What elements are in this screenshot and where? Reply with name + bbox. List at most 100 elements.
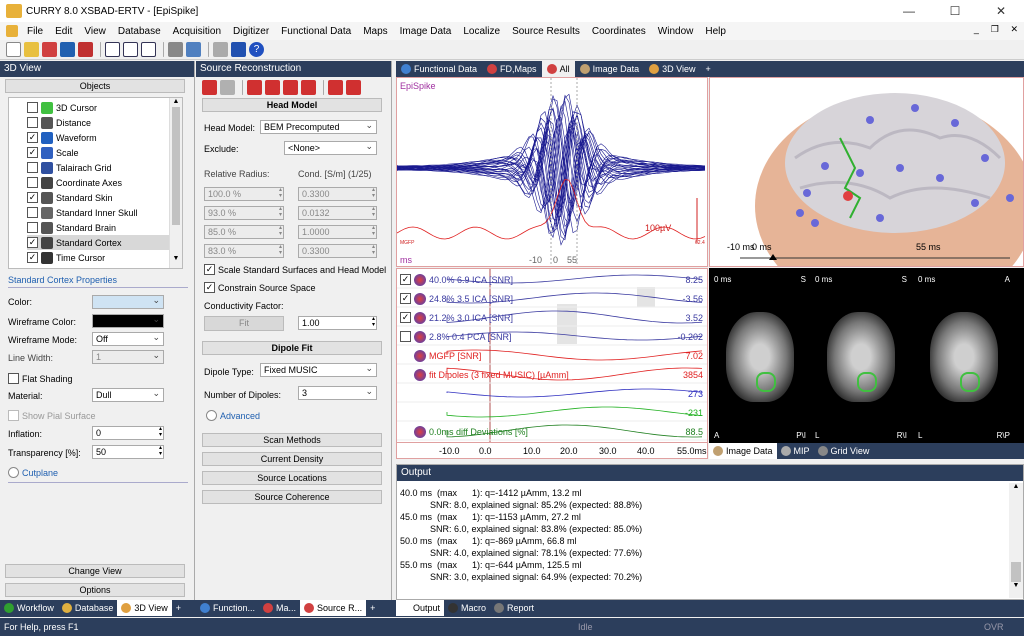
mri-slice[interactable]: 0 ms S A P\I (711, 272, 809, 443)
wire-color-picker[interactable] (92, 313, 164, 328)
layout1-icon[interactable] (105, 42, 120, 57)
scale-std-checkbox[interactable]: ✓ (204, 264, 215, 275)
cond-factor-input[interactable]: 1.00 (298, 316, 377, 330)
change-view-button[interactable]: Change View (5, 564, 185, 578)
open-icon[interactable] (24, 42, 39, 57)
object-checkbox[interactable] (27, 162, 38, 173)
output-scrollbar[interactable]: ▲ ▼ (1009, 483, 1023, 598)
source-button-current-density[interactable]: Current Density (202, 452, 382, 466)
brain-3d-view[interactable]: -10 ms 0 ms 55 ms (709, 77, 1024, 267)
menu-database[interactable]: Database (112, 26, 167, 37)
pial-row[interactable]: Show Pial Surface (8, 408, 96, 423)
bottom-tab-function-[interactable]: Function... (196, 600, 259, 616)
object-item[interactable]: Distance (27, 115, 175, 130)
help-icon[interactable]: ? (249, 42, 264, 57)
menu-source-results[interactable]: Source Results (506, 26, 586, 37)
trace-checkbox[interactable] (400, 331, 411, 342)
object-item[interactable]: 3D Cursor (27, 100, 175, 115)
mri-slice[interactable]: 0 ms S L R\I (812, 272, 910, 443)
tab-fd-maps[interactable]: FD,Maps (482, 61, 542, 77)
line-width-select[interactable]: 1 (92, 349, 164, 364)
object-item[interactable]: ✓ Standard Cortex (27, 235, 175, 250)
object-checkbox[interactable]: ✓ (27, 147, 38, 158)
objects-header[interactable]: Objects (5, 79, 185, 93)
tab-3d-view[interactable]: 3D View (644, 61, 700, 77)
menu-acquisition[interactable]: Acquisition (167, 26, 227, 37)
dipole-import-icon[interactable] (346, 80, 361, 95)
scroll-thumb[interactable] (1011, 562, 1021, 582)
dipole-type-select[interactable]: Fixed MUSIC (260, 362, 377, 377)
scale-std-row[interactable]: ✓ Scale Standard Surfaces and Head Model (204, 262, 386, 277)
advanced-row[interactable]: Advanced (206, 408, 260, 423)
object-checkbox[interactable] (27, 102, 38, 113)
source-button-source-locations[interactable]: Source Locations (202, 471, 382, 485)
object-item[interactable]: ✓ Scale (27, 145, 175, 160)
maximize-button[interactable]: ☐ (932, 0, 978, 22)
menu-help[interactable]: Help (699, 26, 732, 37)
bottom-tab-workflow[interactable]: Workflow (0, 600, 58, 616)
bottom-tab-ma-[interactable]: Ma... (259, 600, 300, 616)
trace-checkbox[interactable]: ✓ (400, 274, 411, 285)
save-icon[interactable] (60, 42, 75, 57)
bottom-tab--[interactable]: + (172, 600, 185, 616)
object-item[interactable]: ✓ Time Cursor (27, 250, 175, 265)
trace-row[interactable]: ✓ 21.2% 3.0 ICA [SNR] 3.52 (400, 310, 705, 325)
object-checkbox[interactable]: ✓ (27, 237, 38, 248)
cond-input[interactable]: 0.3300 (298, 244, 377, 258)
speaker-icon[interactable] (78, 42, 93, 57)
mri-slice[interactable]: 0 ms A L R\P (915, 272, 1013, 443)
chevron-down-icon[interactable] (206, 410, 217, 421)
object-checkbox[interactable]: ✓ (27, 192, 38, 203)
menu-maps[interactable]: Maps (357, 26, 393, 37)
camera-icon[interactable] (213, 42, 228, 57)
menu-window[interactable]: Window (652, 26, 700, 37)
object-checkbox[interactable] (27, 207, 38, 218)
bottom-tab-3d-view[interactable]: 3D View (117, 600, 172, 616)
cond-input[interactable]: 1.0000 (298, 225, 377, 239)
exclude-select[interactable]: <None> (284, 140, 377, 155)
trace-row[interactable]: 0.0ms diff Deviations [%] 88.5 (400, 424, 705, 439)
trace-row[interactable]: 2.8% 0.4 PCA [SNR] -0.202 (400, 329, 705, 344)
butterfly-plot[interactable]: EpiSpike 100µV ms -10 0 55 MGFP 62.4 (396, 77, 708, 267)
menu-digitizer[interactable]: Digitizer (227, 26, 275, 37)
objects-scrollbar[interactable]: ▲ ▼ (169, 98, 182, 268)
tab-all[interactable]: All (541, 61, 575, 77)
close-button[interactable]: ✕ (978, 0, 1024, 22)
image-tab-grid-view[interactable]: Grid View (814, 443, 874, 459)
mdi-minimize-button[interactable]: _ (974, 24, 979, 38)
head-model-header[interactable]: Head Model (202, 98, 382, 112)
bottom-tab--[interactable]: + (366, 600, 379, 616)
radius-input[interactable]: 85.0 % (204, 225, 284, 239)
object-checkbox[interactable]: ✓ (27, 132, 38, 143)
scroll-up-icon[interactable]: ▲ (1009, 483, 1023, 490)
mdi-restore-button[interactable]: ❐ (991, 24, 999, 38)
dipole-add-icon[interactable] (247, 80, 262, 95)
object-item[interactable]: ✓ Waveform (27, 130, 175, 145)
object-item[interactable]: ✓ Standard Skin (27, 190, 175, 205)
head-model-select[interactable]: BEM Precomputed (260, 119, 377, 134)
pial-checkbox[interactable] (8, 410, 19, 421)
tab-functional-data[interactable]: Functional Data (396, 61, 482, 77)
menu-functional-data[interactable]: Functional Data (275, 26, 357, 37)
bottom-tab-output[interactable]: Output (396, 600, 445, 616)
radius-input[interactable]: 93.0 % (204, 206, 284, 220)
object-item[interactable]: Coordinate Axes (27, 175, 175, 190)
dipole-off-icon[interactable] (220, 80, 235, 95)
new-icon[interactable] (6, 42, 21, 57)
minimize-button[interactable]: — (886, 0, 932, 22)
object-checkbox[interactable]: ✓ (27, 252, 38, 263)
inflation-input[interactable]: 0 (92, 426, 164, 440)
bottom-tab-database[interactable]: Database (58, 600, 118, 616)
image-tab-image-data[interactable]: Image Data (709, 443, 777, 459)
wire-mode-select[interactable]: Off (92, 331, 164, 346)
fit-button[interactable]: Fit (204, 316, 284, 331)
object-item[interactable]: Standard Brain (27, 220, 175, 235)
dipole-edit-icon[interactable] (265, 80, 280, 95)
bottom-tab-report[interactable]: Report (490, 600, 538, 616)
tab-image-data[interactable]: Image Data (575, 61, 645, 77)
dipole-fit-header[interactable]: Dipole Fit (202, 341, 382, 355)
scroll-up-icon[interactable]: ▲ (170, 98, 182, 105)
cond-input[interactable]: 0.3300 (298, 187, 377, 201)
transparency-input[interactable]: 50 (92, 445, 164, 459)
object-checkbox[interactable] (27, 117, 38, 128)
